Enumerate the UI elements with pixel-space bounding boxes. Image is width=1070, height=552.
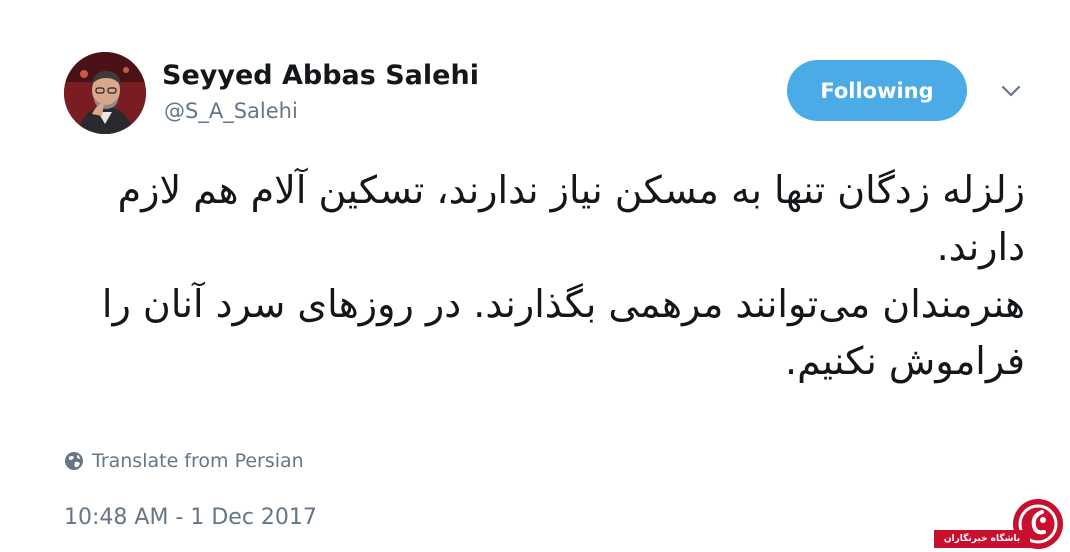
- following-button[interactable]: Following: [787, 60, 967, 121]
- globe-icon: [64, 451, 84, 471]
- tweet-text: زلزله زدگان تنها به مسکن نیاز ندارند، تس…: [60, 162, 1025, 390]
- author-handle[interactable]: @S_A_Salehi: [164, 99, 298, 123]
- translate-link[interactable]: Translate from Persian: [64, 450, 304, 472]
- avatar[interactable]: [64, 52, 146, 134]
- tweet-text-line: زلزله زدگان تنها به مسکن نیاز ندارند، تس…: [117, 168, 1025, 212]
- author-name[interactable]: Seyyed Abbas Salehi: [162, 60, 479, 91]
- tweet-timestamp[interactable]: 10:48 AM - 1 Dec 2017: [64, 505, 317, 530]
- chevron-down-icon[interactable]: [996, 79, 1026, 103]
- avatar-photo: [64, 52, 146, 134]
- watermark: باشگاه خبرنگاران: [934, 498, 1070, 552]
- translate-label: Translate from Persian: [92, 450, 304, 472]
- tweet-text-line: دارند.: [936, 225, 1025, 269]
- tweet-text-line: فراموش نکنیم.: [784, 339, 1025, 383]
- tweet-text-line: هنرمندان می‌توانند مرهمی بگذارند. در روز…: [101, 282, 1025, 326]
- watermark-label: باشگاه خبرنگاران: [934, 530, 1030, 548]
